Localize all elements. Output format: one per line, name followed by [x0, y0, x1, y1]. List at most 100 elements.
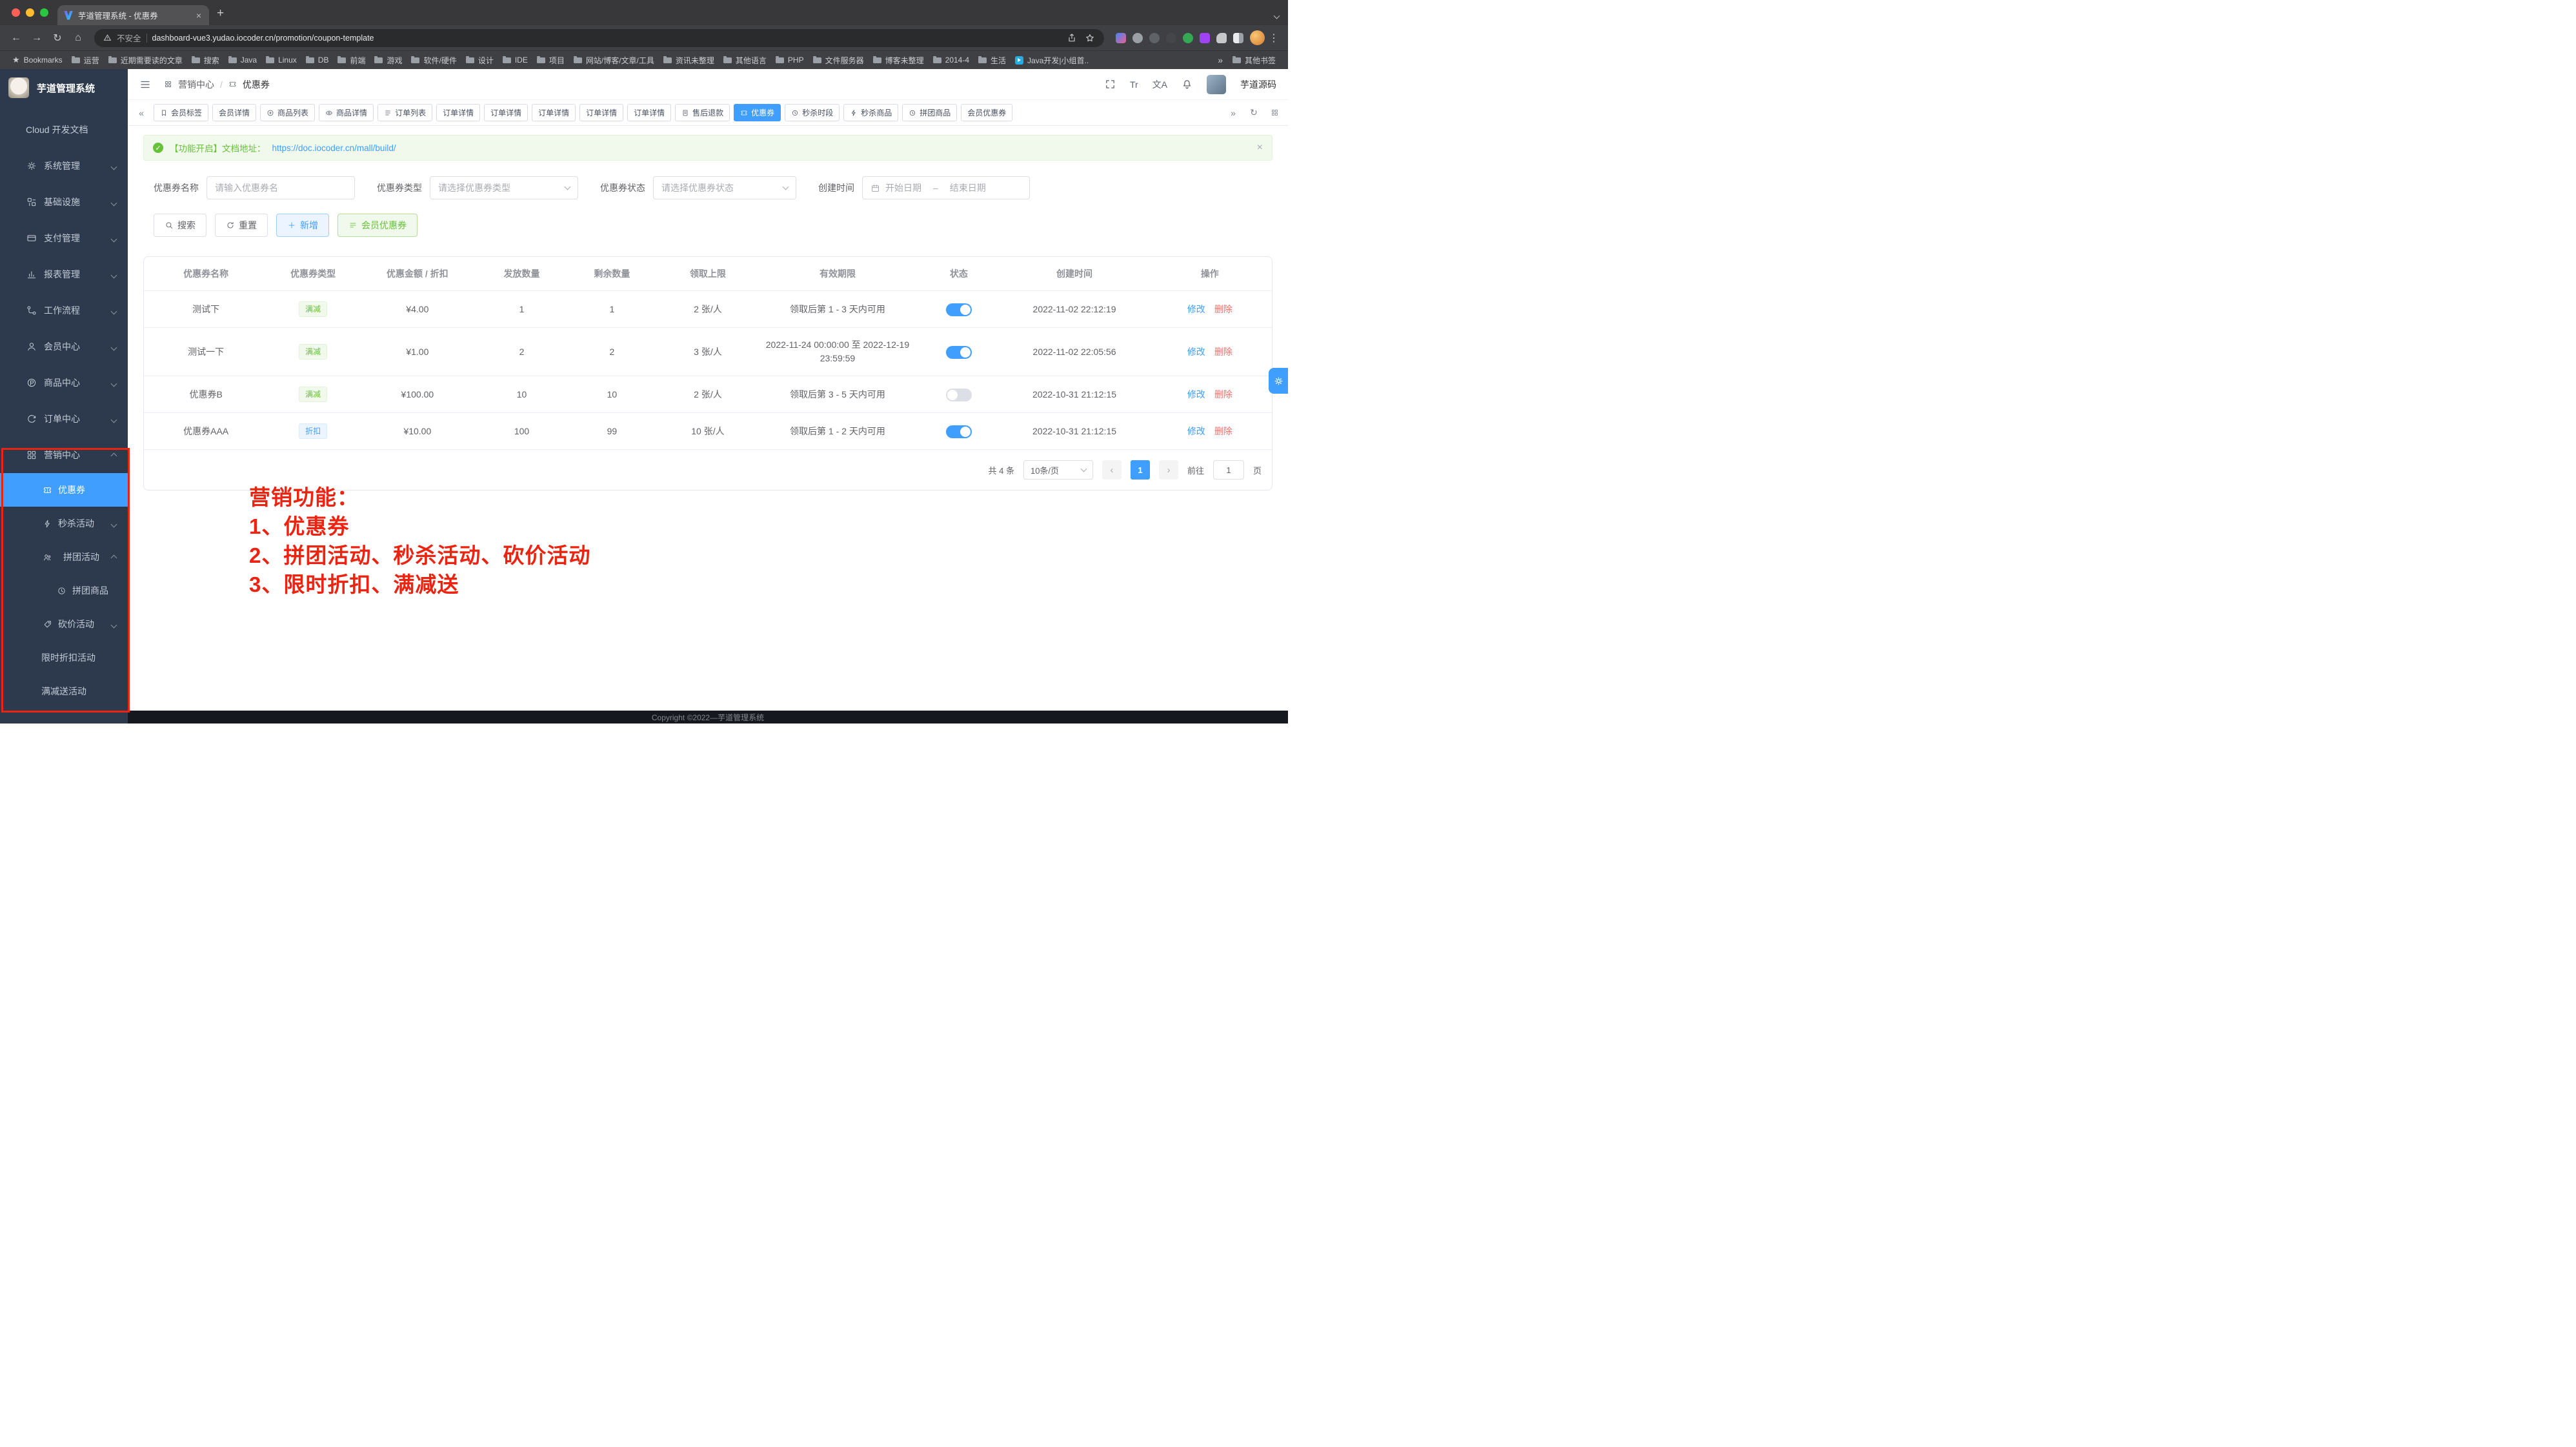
- tag-seckill-product[interactable]: 秒杀商品: [843, 104, 898, 121]
- tags-scroll-right-icon[interactable]: »: [1225, 104, 1242, 121]
- bookmark-item[interactable]: 软件/硬件: [407, 55, 461, 66]
- delete-link[interactable]: 删除: [1214, 389, 1233, 400]
- side-panel-icon[interactable]: [1233, 33, 1243, 43]
- settings-gear-button[interactable]: [1269, 368, 1288, 394]
- extension-icon[interactable]: [1132, 33, 1143, 43]
- bookmark-item[interactable]: Linux: [261, 56, 301, 65]
- extension-icon[interactable]: [1149, 33, 1160, 43]
- user-avatar[interactable]: [1207, 75, 1226, 94]
- bookmark-item[interactable]: 2014-4: [929, 56, 974, 65]
- extension-icon[interactable]: [1183, 33, 1193, 43]
- bookmark-item[interactable]: Java: [224, 56, 261, 65]
- reset-button[interactable]: 重置: [215, 214, 268, 237]
- sidebar-item-report[interactable]: 报表管理: [0, 256, 128, 292]
- browser-menu-icon[interactable]: ⋮: [1266, 32, 1282, 45]
- fullscreen-icon[interactable]: [1105, 79, 1116, 90]
- font-size-icon[interactable]: Tr: [1130, 79, 1138, 90]
- member-coupon-button[interactable]: 会员优惠券: [337, 214, 418, 237]
- bookmark-item[interactable]: DB: [301, 56, 334, 65]
- bookmark-item[interactable]: 其他语言: [719, 55, 771, 66]
- add-button[interactable]: 新增: [276, 214, 329, 237]
- status-toggle[interactable]: [946, 425, 972, 438]
- status-toggle[interactable]: [946, 389, 972, 401]
- sidebar-item-coupon[interactable]: 优惠券: [0, 473, 128, 507]
- bookmark-item[interactable]: 搜索: [187, 55, 224, 66]
- sidebar-item-groupbuy[interactable]: 拼团活动: [0, 540, 128, 574]
- tag-order-detail[interactable]: 订单详情: [436, 104, 480, 121]
- tag-member-detail[interactable]: 会员详情: [212, 104, 256, 121]
- extension-icon[interactable]: [1166, 33, 1176, 43]
- home-button[interactable]: ⌂: [68, 28, 88, 48]
- tag-coupon-active[interactable]: 优惠券: [734, 104, 781, 121]
- current-page-button[interactable]: 1: [1131, 460, 1150, 480]
- tab-search-icon[interactable]: [1274, 10, 1279, 21]
- back-button[interactable]: ←: [6, 28, 26, 48]
- sidebar-item-product[interactable]: 商品中心: [0, 365, 128, 401]
- new-tab-button[interactable]: +: [217, 6, 224, 21]
- extension-icon[interactable]: [1200, 33, 1210, 43]
- create-time-range-picker[interactable]: 开始日期 – 结束日期: [862, 176, 1030, 199]
- bookmark-item[interactable]: 设计: [461, 55, 498, 66]
- coupon-status-select[interactable]: 请选择优惠券状态: [653, 176, 796, 199]
- sidebar-item-member[interactable]: 会员中心: [0, 329, 128, 365]
- alert-close-icon[interactable]: ×: [1257, 142, 1263, 154]
- close-window-button[interactable]: [12, 8, 20, 17]
- delete-link[interactable]: 删除: [1214, 426, 1233, 436]
- tag-aftersale-refund[interactable]: 售后退款: [675, 104, 730, 121]
- delete-link[interactable]: 删除: [1214, 347, 1233, 357]
- tag-order-detail[interactable]: 订单详情: [627, 104, 671, 121]
- status-toggle[interactable]: [946, 346, 972, 359]
- sidebar-item-groupbuy-product[interactable]: 拼团商品: [0, 574, 128, 607]
- edit-link[interactable]: 修改: [1187, 426, 1205, 436]
- sidebar-item-system[interactable]: 系统管理: [0, 148, 128, 184]
- edit-link[interactable]: 修改: [1187, 347, 1205, 357]
- tag-order-detail[interactable]: 订单详情: [484, 104, 528, 121]
- tab-close-icon[interactable]: ×: [195, 10, 203, 21]
- bookmark-item[interactable]: 文件服务器: [809, 55, 869, 66]
- bookmark-star-icon[interactable]: [1085, 33, 1095, 43]
- tags-scroll-left-icon[interactable]: «: [133, 104, 150, 121]
- tag-product-list[interactable]: 商品列表: [260, 104, 315, 121]
- reload-button[interactable]: ↻: [48, 28, 67, 48]
- bookmark-item[interactable]: 运营: [67, 55, 104, 66]
- delete-link[interactable]: 删除: [1214, 304, 1233, 314]
- prev-page-button[interactable]: ‹: [1102, 460, 1122, 480]
- bookmark-item[interactable]: 生活: [974, 55, 1011, 66]
- tag-member-label[interactable]: 会员标签: [154, 104, 208, 121]
- bookmark-other[interactable]: 其他书签: [1228, 55, 1280, 66]
- bookmark-item[interactable]: ★Bookmarks: [8, 55, 67, 65]
- breadcrumb-item[interactable]: 营销中心: [178, 78, 214, 91]
- bookmark-item[interactable]: 网站/博客/文章/工具: [569, 55, 659, 66]
- sidebar-item-order[interactable]: 订单中心: [0, 401, 128, 437]
- goto-page-input[interactable]: 1: [1213, 460, 1244, 480]
- sidebar-item-full-reduction[interactable]: 满减送活动: [0, 674, 128, 708]
- status-toggle[interactable]: [946, 303, 972, 316]
- hamburger-menu-icon[interactable]: [139, 79, 151, 90]
- coupon-name-input[interactable]: 请输入优惠券名: [206, 176, 355, 199]
- bookmark-item[interactable]: 前端: [333, 55, 370, 66]
- tags-refresh-icon[interactable]: ↻: [1245, 104, 1262, 121]
- sidebar-item-marketing[interactable]: 营销中心: [0, 437, 128, 473]
- tag-groupbuy-product[interactable]: 拼团商品: [902, 104, 957, 121]
- bookmark-item[interactable]: 博客未整理: [869, 55, 929, 66]
- tags-menu-icon[interactable]: [1266, 104, 1283, 121]
- username[interactable]: 芋道源码: [1240, 78, 1276, 91]
- page-size-select[interactable]: 10条/页: [1023, 460, 1093, 480]
- locale-icon[interactable]: 文A: [1152, 78, 1167, 91]
- bookmark-item[interactable]: PHP: [771, 56, 809, 65]
- sidebar-item-payment[interactable]: 支付管理: [0, 220, 128, 256]
- alert-doc-link[interactable]: https://doc.iocoder.cn/mall/build/: [272, 143, 396, 153]
- share-icon[interactable]: [1067, 33, 1077, 43]
- coupon-type-select[interactable]: 请选择优惠券类型: [430, 176, 578, 199]
- search-button[interactable]: 搜索: [154, 214, 206, 237]
- sidebar-item-time-discount[interactable]: 限时折扣活动: [0, 641, 128, 674]
- sidebar-item-infra[interactable]: 基础设施: [0, 184, 128, 220]
- extensions-puzzle-icon[interactable]: [1216, 33, 1227, 43]
- sidebar-item-seckill[interactable]: 秒杀活动: [0, 507, 128, 540]
- next-page-button[interactable]: ›: [1159, 460, 1178, 480]
- browser-profile-avatar[interactable]: [1250, 30, 1265, 45]
- browser-tab[interactable]: 芋道管理系统 - 优惠券 ×: [57, 5, 209, 25]
- bookmark-item[interactable]: 资讯未整理: [659, 55, 719, 66]
- minimize-window-button[interactable]: [26, 8, 34, 17]
- tag-order-detail[interactable]: 订单详情: [579, 104, 623, 121]
